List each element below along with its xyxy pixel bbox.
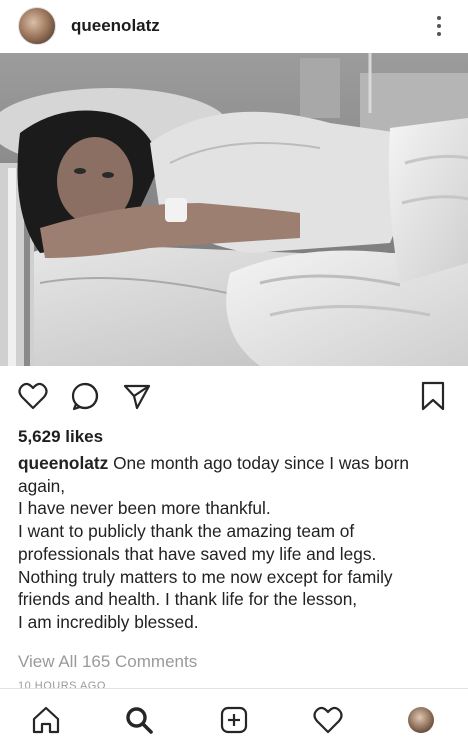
home-icon[interactable] <box>29 703 63 737</box>
profile-avatar <box>408 707 434 733</box>
comment-icon[interactable] <box>68 379 102 413</box>
bookmark-icon[interactable] <box>416 379 450 413</box>
caption-line-6: Nothing truly matters to me now except f… <box>18 566 393 587</box>
caption-line-3: I have never been more thankful. <box>18 498 271 519</box>
post-username[interactable]: queenolatz <box>71 16 160 36</box>
caption-line-8: I am incredibly blessed. <box>18 611 199 632</box>
bottom-tab-bar <box>0 688 468 745</box>
caption-line-7: friends and health. I thank life for the… <box>18 589 358 610</box>
caption-line-2: again, <box>18 475 66 496</box>
caption-username[interactable]: queenolatz <box>18 453 108 473</box>
profile-avatar-tab[interactable] <box>404 703 438 737</box>
more-options-icon[interactable] <box>432 13 446 39</box>
post-photo[interactable] <box>0 53 468 366</box>
user-avatar[interactable] <box>18 7 56 45</box>
search-icon[interactable] <box>122 703 156 737</box>
caption-line-4: I want to publicly thank the amazing tea… <box>18 521 355 542</box>
caption-line-1: queenolatz One month ago today since I w… <box>18 452 458 475</box>
activity-heart-icon[interactable] <box>311 703 345 737</box>
send-icon[interactable] <box>120 379 154 413</box>
post-caption: queenolatz One month ago today since I w… <box>18 452 458 634</box>
add-post-icon[interactable] <box>217 703 251 737</box>
post-header: queenolatz <box>0 0 468 52</box>
post-actions <box>0 373 468 421</box>
view-comments-link[interactable]: View All 165 Comments <box>18 652 197 672</box>
heart-icon[interactable] <box>16 379 50 413</box>
likes-count[interactable]: 5,629 likes <box>18 427 103 447</box>
caption-text: One month ago today since I was born <box>113 453 409 473</box>
caption-line-5: professionals that have saved my life an… <box>18 543 377 564</box>
